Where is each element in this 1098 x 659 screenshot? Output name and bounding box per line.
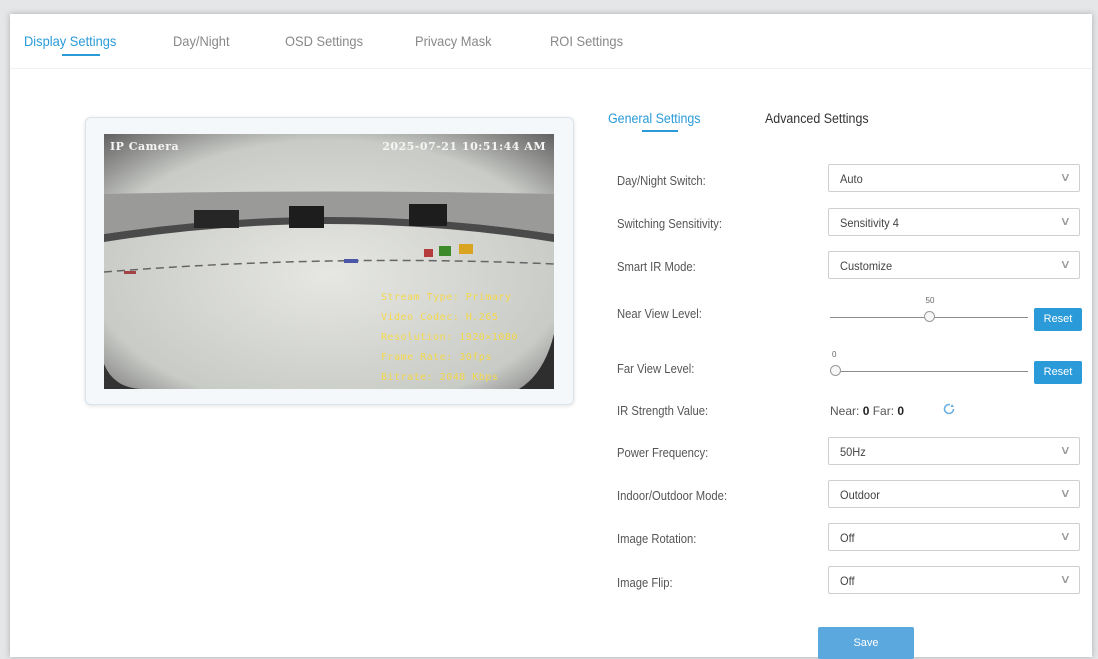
- chevron-down-icon: ∨: [1059, 214, 1072, 228]
- live-preview-panel: IP Camera 2025-07-21 10:51:44 AM Stream …: [85, 117, 574, 405]
- ir-near-value: 0: [862, 404, 870, 418]
- chevron-down-icon: ∨: [1059, 257, 1072, 271]
- image-rotation-select[interactable]: Off ∨: [828, 523, 1080, 551]
- power-frequency-select[interactable]: 50Hz ∨: [828, 437, 1080, 465]
- active-subtab-indicator: [642, 130, 678, 132]
- image-rotation-value: Off: [840, 531, 855, 545]
- osd-frame-rate: Frame Rate: 30fps: [381, 352, 492, 363]
- chevron-down-icon: ∨: [1059, 486, 1072, 500]
- slider-thumb[interactable]: [923, 311, 935, 322]
- far-view-level-label: Far View Level:: [617, 362, 695, 376]
- slider-value-tooltip: 50: [925, 296, 935, 305]
- tab-advanced-settings[interactable]: Advanced Settings: [765, 111, 869, 126]
- tab-privacy-mask[interactable]: Privacy Mask: [415, 33, 492, 49]
- slider-value-tooltip: 0: [832, 350, 837, 359]
- tab-general-settings[interactable]: General Settings: [608, 111, 701, 126]
- tab-roi-settings[interactable]: ROI Settings: [550, 33, 623, 49]
- smart-ir-mode-select[interactable]: Customize ∨: [828, 251, 1080, 279]
- osd-camera-name: IP Camera: [110, 140, 180, 153]
- osd-video-codec: Video Codec: H.265: [381, 312, 499, 323]
- indoor-outdoor-mode-label: Indoor/Outdoor Mode:: [617, 489, 728, 503]
- ir-near-label: Near:: [830, 404, 860, 418]
- near-view-reset-button[interactable]: Reset: [1034, 308, 1082, 331]
- ir-far-value: 0: [897, 404, 905, 418]
- indoor-outdoor-mode-select[interactable]: Outdoor ∨: [828, 480, 1080, 508]
- top-tab-bar: Display Settings Day/Night OSD Settings …: [10, 14, 1092, 69]
- day-night-switch-select[interactable]: Auto ∨: [828, 164, 1080, 192]
- switching-sensitivity-label: Switching Sensitivity:: [617, 217, 723, 231]
- indoor-outdoor-mode-value: Outdoor: [840, 488, 880, 502]
- camera-scene: [104, 134, 554, 389]
- power-frequency-value: 50Hz: [840, 445, 866, 459]
- chevron-down-icon: ∨: [1059, 443, 1072, 457]
- smart-ir-mode-value: Customize: [840, 259, 893, 273]
- far-view-reset-button[interactable]: Reset: [1034, 361, 1082, 384]
- near-view-level-label: Near View Level:: [617, 307, 702, 321]
- ir-far-label: Far:: [872, 404, 895, 418]
- osd-bitrate: Bitrate: 2048 Kbps: [381, 372, 499, 383]
- live-video[interactable]: IP Camera 2025-07-21 10:51:44 AM Stream …: [104, 134, 554, 389]
- ir-strength-label: IR Strength Value:: [617, 404, 709, 418]
- tab-day-night[interactable]: Day/Night: [173, 33, 230, 49]
- image-flip-select[interactable]: Off ∨: [828, 566, 1080, 594]
- slider-track: [830, 371, 1028, 372]
- save-button[interactable]: Save: [818, 627, 914, 659]
- chevron-down-icon: ∨: [1059, 170, 1072, 184]
- osd-timestamp: 2025-07-21 10:51:44 AM: [382, 140, 546, 153]
- far-view-level-slider[interactable]: 0: [830, 350, 1028, 382]
- day-night-switch-label: Day/Night Switch:: [617, 174, 706, 188]
- settings-window: Display Settings Day/Night OSD Settings …: [10, 14, 1092, 659]
- tab-display-settings[interactable]: Display Settings: [24, 33, 116, 49]
- slider-thumb[interactable]: [830, 365, 841, 376]
- image-flip-label: Image Flip:: [617, 576, 673, 590]
- day-night-switch-value: Auto: [840, 172, 863, 186]
- switching-sensitivity-select[interactable]: Sensitivity 4 ∨: [828, 208, 1080, 236]
- near-view-level-slider[interactable]: 50: [830, 296, 1028, 328]
- osd-resolution: Resolution: 1920×1080: [381, 332, 518, 343]
- power-frequency-label: Power Frequency:: [617, 446, 709, 460]
- tab-osd-settings[interactable]: OSD Settings: [285, 33, 363, 49]
- active-tab-indicator: [62, 54, 100, 56]
- chevron-down-icon: ∨: [1059, 529, 1072, 543]
- smart-ir-mode-label: Smart IR Mode:: [617, 260, 696, 274]
- switching-sensitivity-value: Sensitivity 4: [840, 216, 899, 230]
- refresh-icon[interactable]: [942, 402, 956, 416]
- chevron-down-icon: ∨: [1059, 572, 1072, 586]
- osd-stream-type: Stream Type: Primary: [381, 292, 512, 303]
- image-flip-value: Off: [840, 574, 855, 588]
- ir-strength-values: Near: 0 Far: 0: [830, 404, 904, 418]
- image-rotation-label: Image Rotation:: [617, 532, 697, 546]
